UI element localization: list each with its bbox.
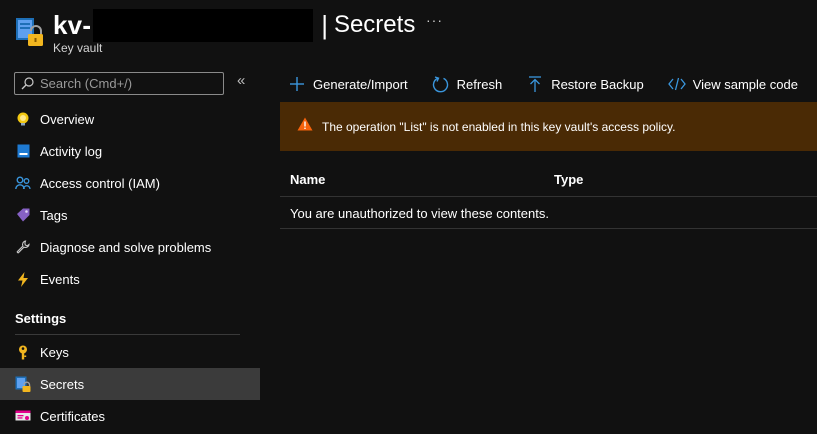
- upload-icon: [526, 75, 544, 93]
- restore-backup-button[interactable]: Restore Backup: [518, 75, 644, 93]
- tag-icon: [15, 207, 31, 223]
- refresh-button[interactable]: Refresh: [424, 75, 503, 93]
- page-header: kv- | Secrets ··· Key vault: [0, 0, 817, 62]
- lightning-icon: [15, 271, 31, 287]
- table-header-row: Name Type: [280, 162, 817, 197]
- redacted-resource-name: [93, 8, 314, 42]
- generate-import-label: Generate/Import: [313, 76, 408, 92]
- search-input[interactable]: Search (Cmd+/): [14, 72, 224, 95]
- section-divider: [15, 334, 240, 335]
- code-icon: [667, 75, 686, 93]
- command-bar: Generate/Import Refresh Restore Backup V…: [280, 72, 814, 96]
- table-row: You are unauthorized to view these conte…: [280, 197, 817, 229]
- sidebar-item-diagnose[interactable]: Diagnose and solve problems: [0, 231, 260, 263]
- search-icon: [21, 77, 34, 90]
- generate-import-button[interactable]: Generate/Import: [280, 75, 408, 93]
- sidebar-item-label: Secrets: [40, 376, 85, 392]
- sidebar-item-label: Events: [40, 271, 80, 287]
- activity-log-icon: [15, 143, 31, 159]
- collapse-sidebar-button[interactable]: «: [237, 72, 245, 89]
- page-title: Secrets: [333, 11, 416, 38]
- warning-message: The operation "List" is not enabled in t…: [322, 119, 676, 134]
- sidebar-item-label: Access control (IAM): [40, 175, 160, 191]
- sidebar-item-overview[interactable]: Overview: [0, 103, 260, 135]
- title-separator: |: [321, 9, 328, 40]
- sidebar-item-label: Certificates: [40, 408, 106, 424]
- sidebar-item-activity-log[interactable]: Activity log: [0, 135, 260, 167]
- refresh-label: Refresh: [456, 76, 503, 92]
- warning-icon: [297, 117, 313, 136]
- wrench-icon: [15, 239, 31, 255]
- plus-icon: [288, 75, 306, 93]
- sidebar-item-label: Tags: [40, 207, 68, 223]
- resource-name-prefix: kv-: [53, 9, 92, 40]
- empty-state-message: You are unauthorized to view these conte…: [290, 206, 549, 221]
- lightbulb-icon: [15, 111, 31, 127]
- sidebar-item-label: Overview: [40, 111, 95, 127]
- key-icon: [15, 344, 31, 360]
- search-placeholder: Search (Cmd+/): [40, 76, 133, 91]
- certificate-icon: [15, 408, 31, 424]
- resource-type-label: Key vault: [53, 41, 103, 55]
- settings-section-header: Settings: [15, 311, 67, 326]
- people-icon: [15, 175, 31, 191]
- sidebar-item-label: Activity log: [40, 143, 103, 159]
- key-vault-icon: [15, 16, 43, 48]
- sidebar-item-certificates[interactable]: Certificates: [0, 400, 260, 432]
- warning-banner: The operation "List" is not enabled in t…: [280, 102, 817, 151]
- restore-backup-label: Restore Backup: [551, 76, 644, 92]
- column-header-name[interactable]: Name: [290, 172, 325, 187]
- sidebar: Search (Cmd+/) « Overview Activity log A…: [0, 62, 260, 434]
- view-sample-code-label: View sample code: [692, 76, 798, 92]
- refresh-icon: [432, 75, 450, 93]
- sidebar-item-label: Keys: [40, 344, 69, 360]
- sidebar-item-keys[interactable]: Keys: [0, 336, 260, 368]
- more-options-button[interactable]: ···: [426, 12, 443, 28]
- view-sample-code-button[interactable]: View sample code: [660, 75, 798, 93]
- main-content: Generate/Import Refresh Restore Backup V…: [280, 62, 817, 434]
- secrets-table: Name Type You are unauthorized to view t…: [280, 162, 817, 229]
- sidebar-item-events[interactable]: Events: [0, 263, 260, 295]
- sidebar-item-tags[interactable]: Tags: [0, 199, 260, 231]
- secrets-icon: [15, 376, 31, 392]
- column-header-type[interactable]: Type: [554, 172, 583, 187]
- sidebar-item-secrets[interactable]: Secrets: [0, 368, 260, 400]
- sidebar-item-label: Diagnose and solve problems: [40, 239, 212, 255]
- sidebar-item-access-control[interactable]: Access control (IAM): [0, 167, 260, 199]
